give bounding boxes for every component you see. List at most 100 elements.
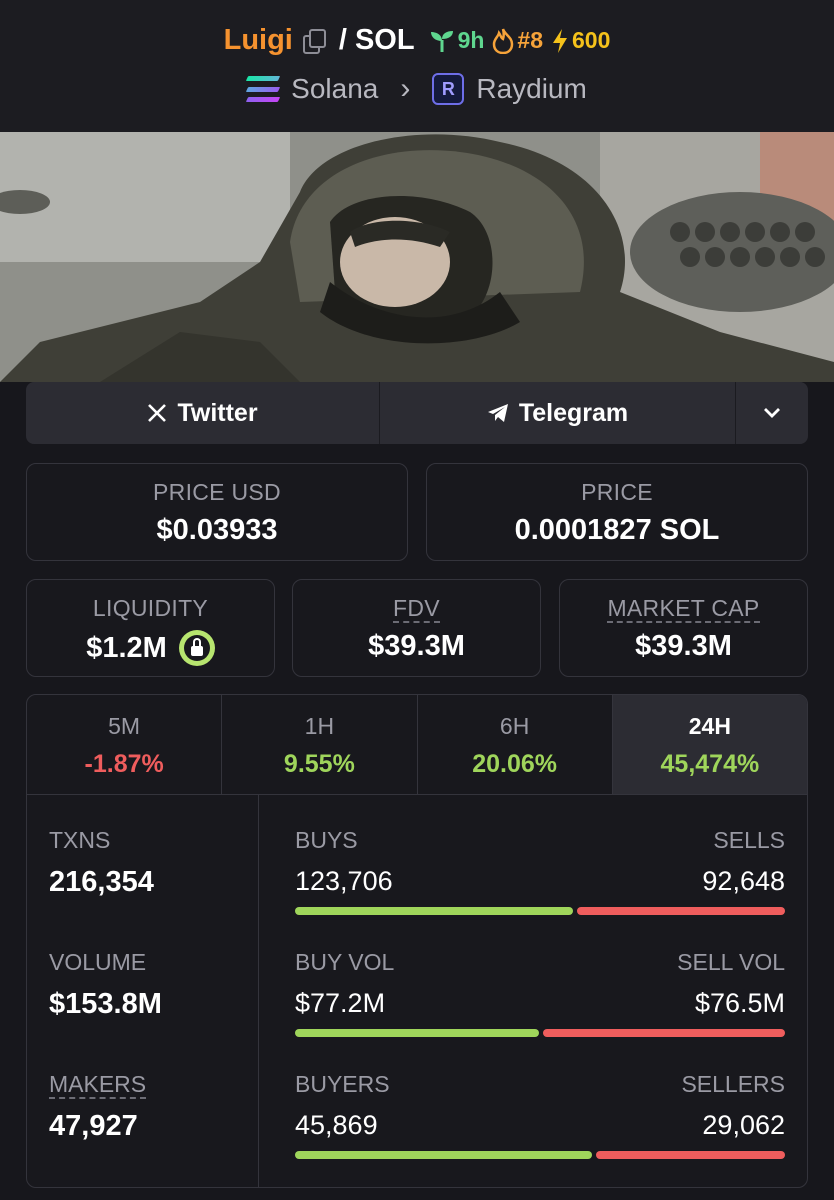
title-row: Luigi / SOL 9h #8 600 <box>0 24 834 57</box>
sprout-icon <box>430 30 453 52</box>
makers-label-wrap: MAKERS <box>49 1071 147 1099</box>
txns-value: 216,354 <box>49 866 154 898</box>
sell-bar-segment <box>577 907 785 915</box>
makers-value: 47,927 <box>49 1110 138 1142</box>
price-native-value: 0.0001827 SOL <box>514 514 720 546</box>
flame-icon <box>493 27 514 54</box>
chevron-right-icon: › <box>400 72 411 105</box>
sells-value: 92,648 <box>702 866 785 896</box>
makers-stat: MAKERS 47,927 <box>49 1071 147 1143</box>
tab-label: 24H <box>688 713 731 739</box>
tab-change: 20.06% <box>472 750 558 778</box>
age-badge: 9h <box>429 27 485 54</box>
dex-name[interactable]: Raydium <box>476 73 586 105</box>
liquidity-card: LIQUIDITY $1.2M <box>26 579 275 677</box>
sell-vol-value: $76.5M <box>694 988 785 1018</box>
fdv-label-wrap: FDV <box>293 595 540 623</box>
rank-value: #8 <box>517 27 543 53</box>
telegram-icon <box>487 404 508 422</box>
buyers-sellers-row: BUYERS SELLERS 45,869 29,062 <box>295 1071 785 1159</box>
buy-bar-segment <box>295 1029 539 1037</box>
token-header: Luigi / SOL 9h #8 600 Solana › R Raydium <box>0 0 834 132</box>
summary-column: TXNS 216,354 VOLUME $153.8M MAKERS 47,92… <box>27 795 259 1187</box>
timeframe-tabs: 5M -1.87% 1H 9.55% 6H 20.06% 24H 45,474% <box>27 695 807 795</box>
buys-value: 123,706 <box>295 866 393 896</box>
buy-vol-label: BUY VOL <box>295 949 395 975</box>
solana-logo-icon <box>245 76 281 102</box>
sell-bar-segment <box>596 1151 785 1159</box>
trending-rank-badge[interactable]: #8 <box>492 27 543 54</box>
market-cap-label[interactable]: MARKET CAP <box>607 595 760 623</box>
trading-stats-panel: 5M -1.87% 1H 9.55% 6H 20.06% 24H 45,474%… <box>26 694 808 1188</box>
tab-label: 5M <box>108 713 141 739</box>
chevron-down-icon <box>764 408 780 418</box>
sell-vol-label: SELL VOL <box>677 949 785 975</box>
tab-label: 1H <box>304 713 335 739</box>
more-links-button[interactable] <box>736 382 808 444</box>
twitter-button[interactable]: Twitter <box>26 382 380 444</box>
volume-split-bar <box>295 1029 785 1037</box>
buyers-label: BUYERS <box>295 1071 390 1097</box>
age-value: 9h <box>457 27 485 53</box>
sells-label: SELLS <box>713 827 785 853</box>
fdv-value: $39.3M <box>368 630 465 662</box>
tab-24h[interactable]: 24H 45,474% <box>612 695 807 794</box>
market-cap-value: $39.3M <box>635 630 732 662</box>
tab-change: -1.87% <box>84 750 164 778</box>
makers-label[interactable]: MAKERS <box>49 1071 147 1099</box>
liquidity-label: LIQUIDITY <box>92 595 209 621</box>
liquidity-value: $1.2M <box>86 631 167 664</box>
buy-bar-segment <box>295 1151 592 1159</box>
buys-sells-bar <box>295 907 785 915</box>
sellers-value: 29,062 <box>702 1110 785 1140</box>
copy-icon[interactable] <box>302 28 326 54</box>
banner-photo <box>0 132 834 382</box>
txns-label: TXNS <box>49 827 111 853</box>
mcap-label-wrap: MARKET CAP <box>560 595 807 623</box>
tab-label: 6H <box>499 713 530 739</box>
raydium-logo-icon: R <box>432 73 465 105</box>
buyers-value: 45,869 <box>295 1110 378 1140</box>
token-name[interactable]: Luigi <box>224 24 293 57</box>
x-logo-icon <box>148 404 167 422</box>
volume-value: $153.8M <box>49 988 162 1020</box>
twitter-label: Twitter <box>177 398 258 427</box>
boost-value: 600 <box>572 27 611 53</box>
buyers-sellers-bar <box>295 1151 785 1159</box>
tab-5m[interactable]: 5M -1.87% <box>27 695 223 794</box>
price-usd-value: $0.03933 <box>156 514 278 546</box>
tab-1h[interactable]: 1H 9.55% <box>222 695 418 794</box>
price-usd-card: PRICE USD $0.03933 <box>26 463 408 561</box>
social-links-bar: Twitter Telegram <box>26 382 808 444</box>
price-native-label: PRICE <box>581 479 653 505</box>
tab-6h[interactable]: 6H 20.06% <box>418 695 613 794</box>
quote-token: SOL <box>354 24 415 56</box>
tab-change: 45,474% <box>660 750 760 778</box>
sell-bar-segment <box>543 1029 785 1037</box>
token-banner-image <box>0 132 834 382</box>
lightning-icon <box>553 28 567 53</box>
pair-separator: / <box>338 24 347 56</box>
telegram-label: Telegram <box>518 398 629 427</box>
buys-sells-row: BUYS SELLS 123,706 92,648 <box>295 827 785 915</box>
fdv-card: FDV $39.3M <box>292 579 541 677</box>
lock-icon[interactable] <box>178 630 215 666</box>
buy-vol-value: $77.2M <box>295 988 386 1018</box>
market-cap-card: MARKET CAP $39.3M <box>559 579 808 677</box>
sellers-label: SELLERS <box>681 1071 785 1097</box>
liquidity-value-row: $1.2M <box>27 630 274 666</box>
price-usd-label: PRICE USD <box>153 479 281 505</box>
txns-stat: TXNS 216,354 <box>49 827 154 899</box>
telegram-button[interactable]: Telegram <box>380 382 736 444</box>
volume-stat: VOLUME $153.8M <box>49 949 162 1021</box>
buys-label: BUYS <box>295 827 358 853</box>
volume-label: VOLUME <box>49 949 147 975</box>
volume-split-row: BUY VOL SELL VOL $77.2M $76.5M <box>295 949 785 1037</box>
price-native-card: PRICE 0.0001827 SOL <box>426 463 808 561</box>
chain-breadcrumb: Solana › R Raydium <box>0 72 834 106</box>
fdv-label[interactable]: FDV <box>393 595 440 623</box>
tab-change: 9.55% <box>283 750 355 778</box>
boost-badge[interactable]: 600 <box>551 27 610 54</box>
chain-name[interactable]: Solana <box>291 73 378 105</box>
buy-bar-segment <box>295 907 573 915</box>
